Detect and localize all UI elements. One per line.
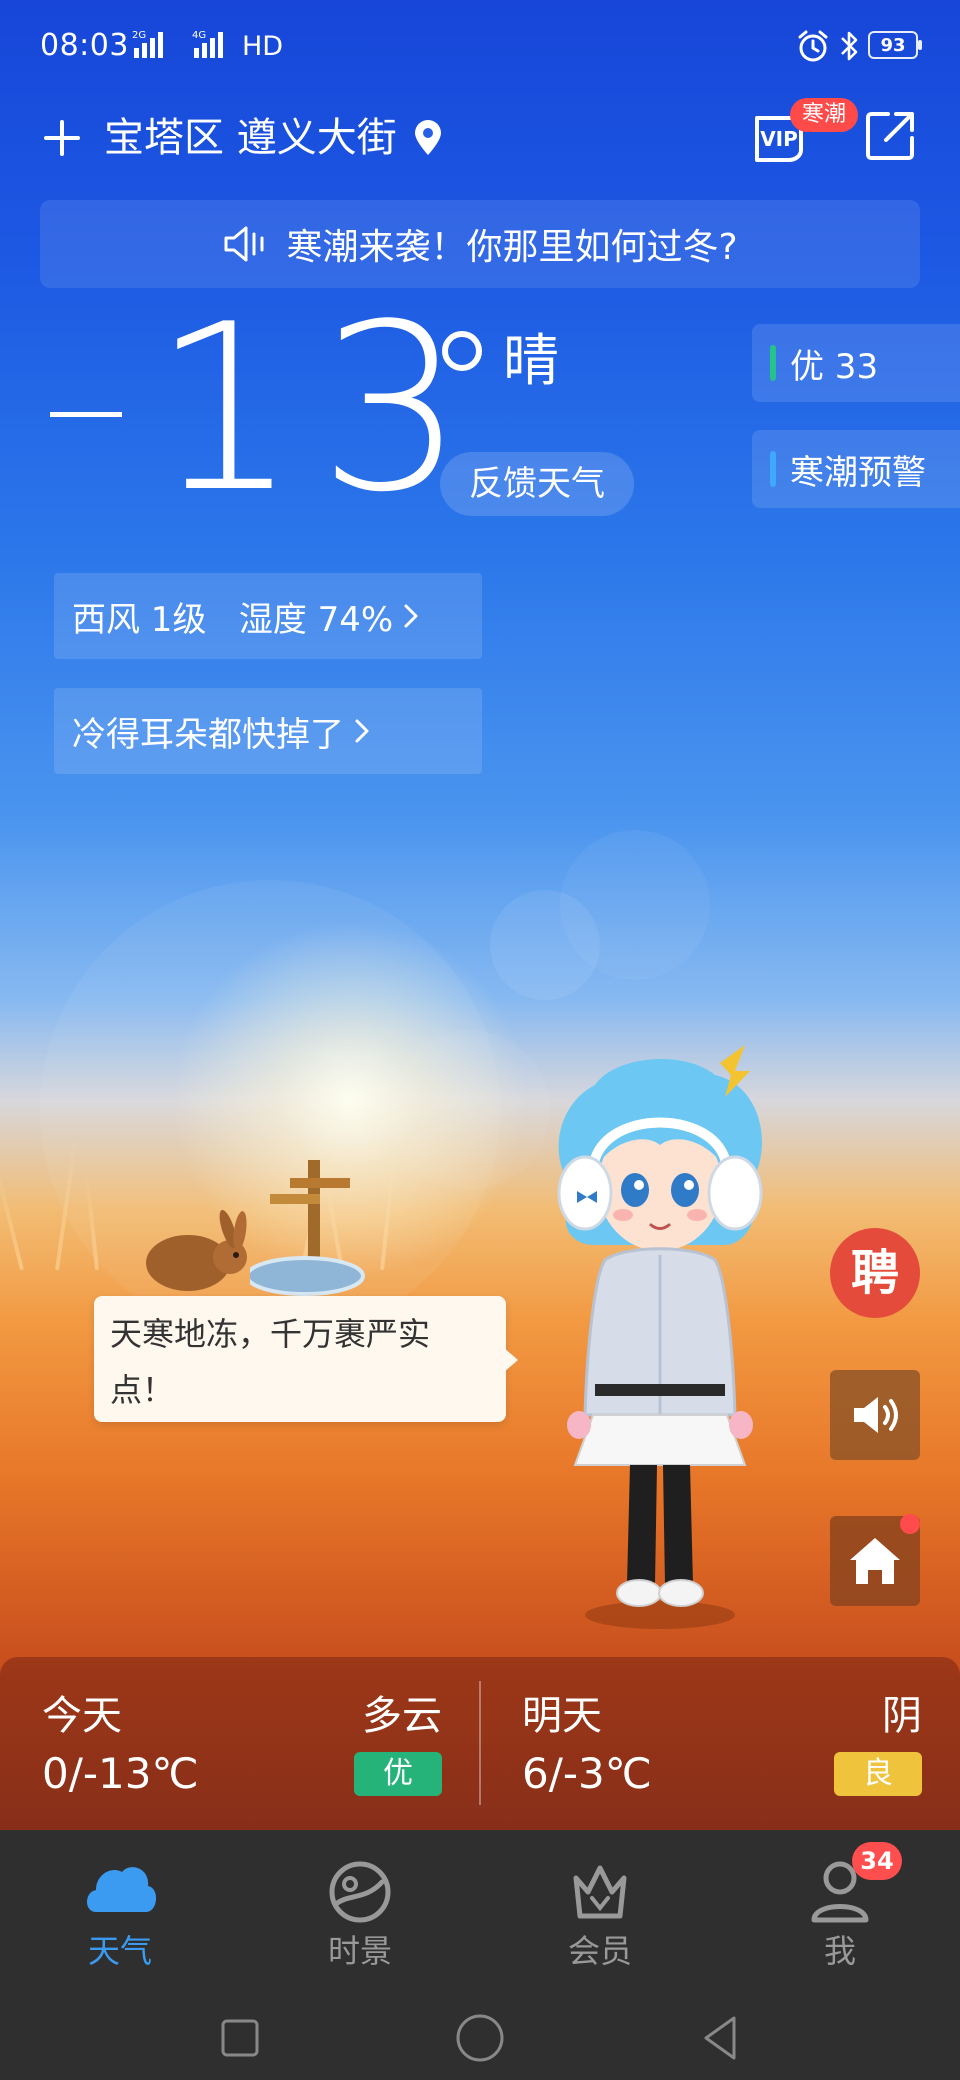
tab-member[interactable]: 会员 xyxy=(480,1830,720,1990)
announcement-icon xyxy=(224,226,264,262)
aqi-badge: 良 xyxy=(834,1752,922,1796)
tab-scene[interactable]: 时景 xyxy=(240,1830,480,1990)
chevron-right-icon xyxy=(404,604,418,628)
hd-indicator: HD xyxy=(242,31,284,62)
chevron-right-icon xyxy=(355,719,369,743)
header: 宝塔区 遵义大街 VIP 寒潮 xyxy=(0,96,960,216)
location-pin-icon xyxy=(414,120,441,155)
tab-label: 时景 xyxy=(327,1932,392,1970)
tab-label: 天气 xyxy=(87,1932,152,1970)
day-name: 明天 xyxy=(522,1693,602,1739)
minus-sign xyxy=(50,412,122,417)
scene-icon xyxy=(329,1861,391,1923)
day-temperature-range: 0/-13℃ xyxy=(42,1749,199,1798)
character-speech-bubble: 天寒地冻，千万裹严实点！ xyxy=(94,1296,518,1422)
bokeh-light xyxy=(560,830,710,980)
air-quality-tag[interactable]: 优 33 xyxy=(752,324,960,402)
weather-tip-card[interactable]: 冷得耳朵都快掉了 xyxy=(54,688,482,774)
forecast-today[interactable]: 今天 多云 0/-13℃ 优 xyxy=(42,1657,442,1830)
recruit-button[interactable]: 聘 xyxy=(830,1228,920,1318)
vip-badge: 寒潮 xyxy=(790,98,859,132)
day-temperature-range: 6/-3℃ xyxy=(522,1749,652,1798)
notification-count-badge: 34 xyxy=(852,1842,902,1880)
cold-wave-notice[interactable]: 寒潮来袭！你那里如何过冬? xyxy=(40,200,920,288)
location-selector[interactable]: 宝塔区 遵义大街 xyxy=(104,110,445,166)
day-name: 今天 xyxy=(42,1693,122,1739)
bluetooth-icon xyxy=(841,31,858,61)
share-icon[interactable] xyxy=(862,108,918,164)
status-bar: 08:03 2G 4G HD 93 xyxy=(0,0,960,96)
cold-wave-warning-tag[interactable]: 寒潮预警 xyxy=(752,430,960,508)
warning-indicator-bar xyxy=(770,451,776,487)
rabbit-illustration xyxy=(146,1209,247,1291)
warning-tag-text: 寒潮预警 xyxy=(790,452,926,493)
signal-2g-icon: 2G xyxy=(132,30,163,58)
temperature-value: 13 xyxy=(152,276,485,543)
wind-humidity-card[interactable]: 西风 1级 湿度 74% xyxy=(54,573,482,659)
weather-cloud-icon xyxy=(87,1867,157,1912)
wind-humidity-text: 西风 1级 湿度 74% xyxy=(72,599,394,640)
bottom-tab-bar: 天气 时景 会员 我 34 xyxy=(0,1830,960,1990)
recent-apps-icon[interactable] xyxy=(214,2012,266,2064)
weather-tip-text: 冷得耳朵都快掉了 xyxy=(72,714,344,755)
battery-indicator: 93 xyxy=(868,31,922,59)
location-name: 宝塔区 遵义大街 xyxy=(104,115,397,161)
svg-text:4G: 4G xyxy=(192,30,206,41)
sound-button[interactable] xyxy=(830,1370,920,1460)
add-city-icon[interactable] xyxy=(40,116,84,160)
alarm-icon xyxy=(798,30,828,62)
svg-text:VIP: VIP xyxy=(760,127,798,151)
member-crown-icon xyxy=(573,1865,627,1919)
weather-condition: 晴 xyxy=(503,329,559,394)
avatar-character[interactable] xyxy=(535,1045,785,1630)
aqi-indicator-bar xyxy=(770,345,776,381)
back-nav-icon[interactable] xyxy=(694,2012,746,2064)
notification-dot xyxy=(900,1514,920,1534)
tab-label: 我 xyxy=(823,1932,856,1970)
tab-label: 会员 xyxy=(567,1932,632,1970)
svg-text:2G: 2G xyxy=(132,30,146,41)
degree-symbol xyxy=(442,331,482,371)
day-condition: 多云 xyxy=(362,1693,442,1739)
forecast-strip[interactable]: 今天 多云 0/-13℃ 优 明天 阴 6/-3℃ 良 xyxy=(0,1657,960,1830)
system-navigation-bar xyxy=(0,1990,960,2080)
tab-profile[interactable]: 我 34 xyxy=(720,1830,960,1990)
tab-weather[interactable]: 天气 xyxy=(0,1830,240,1990)
water-well-illustration xyxy=(250,1160,365,1296)
signal-4g-icon: 4G xyxy=(192,30,223,58)
home-nav-icon[interactable] xyxy=(454,2012,506,2064)
forecast-tomorrow[interactable]: 明天 阴 6/-3℃ 良 xyxy=(522,1657,922,1830)
feedback-weather-button[interactable]: 反馈天气 xyxy=(440,452,634,516)
aqi-badge: 优 xyxy=(354,1752,442,1796)
status-time: 08:03 xyxy=(40,28,129,63)
divider xyxy=(479,1681,481,1805)
speaker-volume-icon xyxy=(854,1397,898,1433)
day-condition: 阴 xyxy=(882,1693,922,1739)
aqi-tag-text: 优 33 xyxy=(790,346,879,387)
notice-text: 寒潮来袭！你那里如何过冬? xyxy=(286,227,738,268)
